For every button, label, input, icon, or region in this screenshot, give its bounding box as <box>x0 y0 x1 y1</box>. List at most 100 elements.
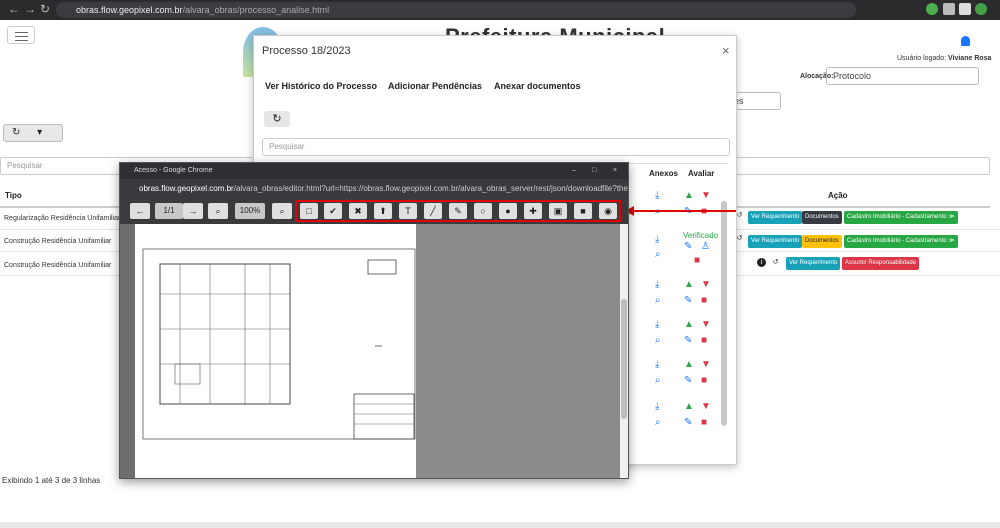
minimize-icon[interactable]: – <box>572 163 576 179</box>
stop-tool[interactable]: ■ <box>574 203 592 219</box>
zoom-out-icon[interactable]: ⌕ <box>208 203 228 219</box>
thumbs-down-icon[interactable]: ▼ <box>701 191 711 201</box>
trash-icon[interactable]: ■ <box>701 376 707 386</box>
ver-requerimento-button[interactable]: Ver Requerimento <box>748 235 803 248</box>
user-icon[interactable]: ♙ <box>701 242 710 252</box>
zoom-level: 100% <box>235 203 265 219</box>
back-icon[interactable]: ← <box>8 2 20 16</box>
browser-toolbar: ← → ↻ obras.flow.geopixel.com.br/alvara_… <box>0 0 1000 20</box>
zoom-icon[interactable]: ⌕ <box>655 418 661 428</box>
tab-anexar[interactable]: Anexar documentos <box>494 81 581 91</box>
modal-scrollbar[interactable] <box>721 201 727 426</box>
arrow-up-tool[interactable]: ⬆ <box>374 203 392 219</box>
assumir-responsabilidade-button[interactable]: Assumir Responsabilidade <box>842 257 920 270</box>
menu-toggle-button[interactable] <box>7 26 35 44</box>
documentos-button[interactable]: Documentos <box>802 235 842 248</box>
trash-icon[interactable]: ■ <box>701 207 707 217</box>
extension-icon[interactable] <box>926 3 938 15</box>
thumbs-down-icon[interactable]: ▼ <box>701 360 711 370</box>
cadastro-button[interactable]: Cadastro Imobiliário - Cadastramento ≫ <box>844 235 958 248</box>
trash-icon[interactable]: ■ <box>701 418 707 428</box>
puzzle-icon[interactable] <box>943 3 955 15</box>
check-tool[interactable]: ✔ <box>324 203 342 219</box>
thumbs-down-icon[interactable]: ▼ <box>701 402 711 412</box>
logged-user-label: Usuário logado: <box>897 55 947 62</box>
zoom-icon[interactable]: ⌕ <box>655 336 661 346</box>
col-acao: Ação <box>828 191 848 200</box>
profile-avatar[interactable] <box>975 3 987 15</box>
download-icon[interactable]: ⤓ <box>655 320 659 330</box>
popup-scrollbar[interactable] <box>620 224 628 478</box>
cross-tool[interactable]: ✖ <box>349 203 367 219</box>
next-page-button[interactable]: → <box>183 203 203 219</box>
zoom-icon[interactable]: ⌕ <box>655 250 661 260</box>
thumbs-up-icon[interactable]: ▲ <box>684 191 694 201</box>
pagination-info: Exibindo 1 até 3 de 3 linhas <box>2 476 101 485</box>
sidebar-icon[interactable] <box>959 3 971 15</box>
ver-requerimento-button[interactable]: Ver Requerimento <box>748 211 803 224</box>
info-icon[interactable]: i <box>757 258 766 267</box>
bell-icon[interactable] <box>961 36 970 46</box>
download-icon[interactable]: ⤓ <box>655 280 659 290</box>
alocacao-select[interactable]: Protocolo <box>826 67 979 85</box>
text-tool[interactable]: T <box>399 203 417 219</box>
refresh-dropdown-button[interactable]: ↻ ▾ <box>3 124 63 142</box>
circle-tool[interactable]: ○ <box>474 203 492 219</box>
trash-icon[interactable]: ■ <box>701 336 707 346</box>
popup-address-bar[interactable]: obras.flow.geopixel.com.br/alvara_obras/… <box>120 179 628 198</box>
zoom-icon[interactable]: ⌕ <box>655 376 661 386</box>
edit-tool[interactable]: ✎ <box>449 203 467 219</box>
zoom-icon[interactable]: ⌕ <box>655 207 661 217</box>
line-tool[interactable]: ╱ <box>424 203 442 219</box>
trash-icon[interactable]: ■ <box>701 296 707 306</box>
thumbs-down-icon[interactable]: ▼ <box>701 280 711 290</box>
viewer-margin-left <box>120 224 135 478</box>
window-close-icon[interactable]: × <box>613 163 617 179</box>
modal-search-input[interactable]: Pesquisar <box>262 138 730 156</box>
edit-icon[interactable]: ✎ <box>684 242 692 252</box>
prev-page-button[interactable]: ← <box>130 203 150 219</box>
save-tool[interactable]: ▣ <box>549 203 567 219</box>
popup-url-host: obras.flow.geopixel.com.br <box>139 184 234 193</box>
dot-tool[interactable]: ● <box>499 203 517 219</box>
address-bar[interactable]: obras.flow.geopixel.com.br/alvara_obras/… <box>56 2 856 18</box>
history-icon[interactable]: ↺ <box>771 258 780 267</box>
reload-icon[interactable]: ↻ <box>40 2 50 16</box>
edit-icon[interactable]: ✎ <box>684 418 692 428</box>
tab-pendencias[interactable]: Adicionar Pendências <box>388 81 482 91</box>
row-tipo: Construção Residência Unifamiliar <box>4 238 112 245</box>
thumbs-down-icon[interactable]: ▼ <box>701 320 711 330</box>
modal-refresh-button[interactable]: ↻ <box>264 111 290 127</box>
rectangle-tool[interactable]: □ <box>300 203 318 219</box>
zoom-in-icon[interactable]: ⌕ <box>272 203 292 219</box>
thumbs-up-icon[interactable]: ▲ <box>684 320 694 330</box>
maximize-icon[interactable]: □ <box>592 163 596 179</box>
edit-icon[interactable]: ✎ <box>684 296 692 306</box>
thumbs-up-icon[interactable]: ▲ <box>684 280 694 290</box>
download-icon[interactable]: ⤓ <box>655 402 659 412</box>
caret-down-icon: ▾ <box>37 127 43 138</box>
ver-requerimento-button[interactable]: Ver Requerimento <box>786 257 841 270</box>
download-icon[interactable]: ⤓ <box>655 191 659 201</box>
url-host: obras.flow.geopixel.com.br <box>76 5 183 15</box>
view-tool[interactable]: ◉ <box>599 203 617 219</box>
col-anexos: Anexos <box>649 169 678 178</box>
thumbs-up-icon[interactable]: ▲ <box>684 402 694 412</box>
documentos-button[interactable]: Documentos <box>802 211 842 224</box>
trash-icon[interactable]: ■ <box>694 256 700 266</box>
zoom-icon[interactable]: ⌕ <box>655 296 661 306</box>
annotation-arrow <box>630 210 736 212</box>
row-tipo: Construção Residência Unifamiliar <box>4 262 112 269</box>
forward-icon[interactable]: → <box>24 2 36 16</box>
logged-user-name: Viviane Rosa <box>947 55 992 62</box>
edit-icon[interactable]: ✎ <box>684 376 692 386</box>
tab-historico[interactable]: Ver Histórico do Processo <box>265 81 377 91</box>
edit-icon[interactable]: ✎ <box>684 207 692 217</box>
plus-tool[interactable]: ✚ <box>524 203 542 219</box>
download-icon[interactable]: ⤓ <box>655 235 659 245</box>
thumbs-up-icon[interactable]: ▲ <box>684 360 694 370</box>
cadastro-button[interactable]: Cadastro Imobiliário - Cadastramento ≫ <box>844 211 958 224</box>
close-icon[interactable]: × <box>722 43 730 58</box>
download-icon[interactable]: ⤓ <box>655 360 659 370</box>
edit-icon[interactable]: ✎ <box>684 336 692 346</box>
